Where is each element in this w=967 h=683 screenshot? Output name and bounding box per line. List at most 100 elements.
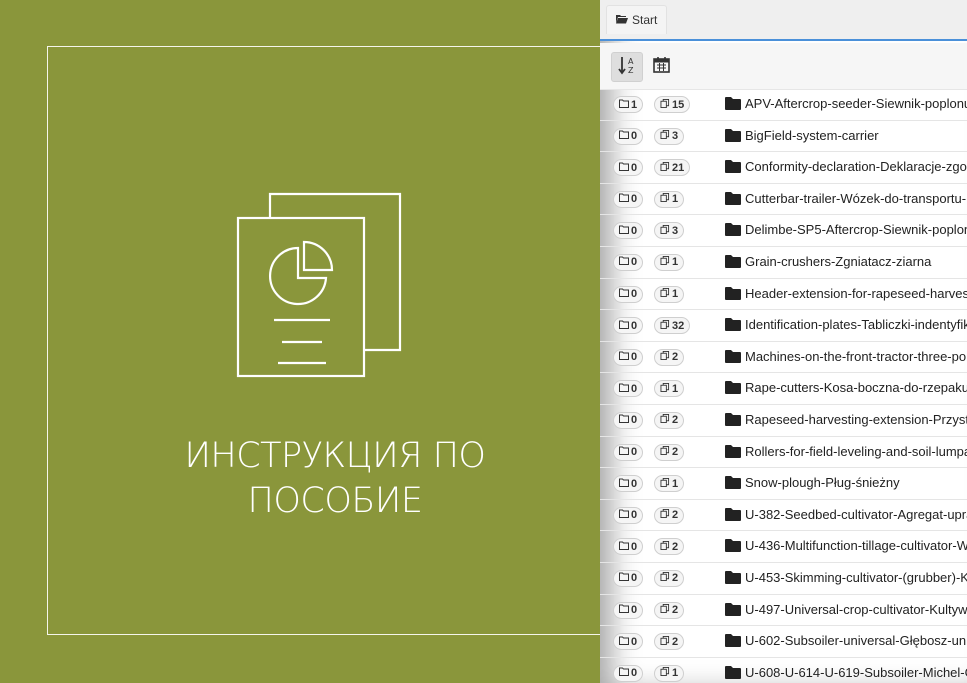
files-copy-icon [660,604,670,616]
folder-name[interactable]: Conformity-declaration-Deklaracje-zgodno… [745,159,967,174]
toolbar: A Z [600,43,967,90]
subfolder-count: 0 [631,572,638,585]
file-count-badge: 3 [654,127,685,145]
folder-row[interactable]: 0 2 U-436-Multifunction-tillage-cultivator… [600,531,967,563]
folder-row[interactable]: 0 21 Conformity-declaration-Deklaracje-zgo… [600,152,967,184]
folder-row[interactable]: 0 2 Rollers-for-field-leveling-and-soil-lu… [600,437,967,469]
folder-row[interactable]: 0 1 Cutterbar-trailer-Wózek-do-transportu-… [600,184,967,216]
folder-name[interactable]: APV-Aftercrop-seeder-Siewnik-poplonu [745,96,967,111]
folder-name[interactable]: Cutterbar-trailer-Wózek-do-transportu-he… [745,191,967,206]
folder-icon [725,539,741,553]
folder-name[interactable]: Snow-plough-Pług-śnieżny [745,475,900,490]
folder-row[interactable]: 0 1 Header-extension-for-rapeseed-harvesti… [600,279,967,311]
files-copy-icon [660,288,670,300]
folder-row[interactable]: 0 3 BigField-system-carrier [600,121,967,153]
promo-title-line-1: ИНСТРУКЦИЯ ПО [184,436,486,476]
folder-name[interactable]: Rape-cutters-Kosa-boczna-do-rzepaku [745,380,967,395]
subfolder-count: 0 [631,509,638,522]
subfolder-count: 0 [631,319,638,332]
file-count-badge: 2 [654,411,685,429]
file-count: 2 [672,351,679,364]
subfolder-count-badge: 0 [613,222,644,240]
folder-row[interactable]: 0 2 U-382-Seedbed-cultivator-Agregat-upraw… [600,500,967,532]
file-count: 2 [672,572,679,585]
subfolder-count-badge: 0 [613,538,644,556]
folder-name[interactable]: U-436-Multifunction-tillage-cultivator-W [745,538,967,553]
file-count: 3 [672,130,679,143]
file-count-badge: 2 [654,348,685,366]
calendar-icon [652,56,670,78]
folder-name[interactable]: U-602-Subsoiler-universal-Głębosz-uniwer… [745,633,967,648]
folder-name[interactable]: Machines-on-the-front-tractor-three-poin… [745,349,967,364]
subfolder-count-badge: 0 [613,159,644,177]
folder-small-icon [619,320,629,332]
subfolder-count-badge: 0 [613,633,644,651]
folder-row[interactable]: 1 15 APV-Aftercrop-seeder-Siewnik-poplonu [600,89,967,121]
folder-name[interactable]: Grain-crushers-Zgniatacz-ziarna [745,254,931,269]
folder-row[interactable]: 0 1 U-608-U-614-U-619-Subsoiler-Michel-Głę… [600,658,967,683]
folder-row[interactable]: 0 32 Identification-plates-Tabliczki-inden… [600,310,967,342]
folder-icon [725,286,741,300]
folder-small-icon [619,99,629,111]
folder-name[interactable]: BigField-system-carrier [745,128,879,143]
file-count: 2 [672,540,679,553]
folder-row[interactable]: 0 1 Grain-crushers-Zgniatacz-ziarna [600,247,967,279]
folder-list: 1 15 APV-Aftercrop-seeder-Siewnik-poplonu 0… [600,89,967,683]
tab-bar: Start [600,0,967,41]
folder-small-icon [619,193,629,205]
subfolder-count: 0 [631,477,638,490]
file-count: 2 [672,509,679,522]
folder-icon [725,223,741,237]
files-copy-icon [660,446,670,458]
folder-row[interactable]: 0 1 Snow-plough-Pług-śnieżny [600,468,967,500]
subfolder-count: 0 [631,382,638,395]
subfolder-count-badge: 0 [613,506,644,524]
sort-alpha-button[interactable]: A Z [611,52,643,82]
calendar-button[interactable] [645,52,677,82]
file-count-badge: 1 [654,664,685,682]
subfolder-count: 0 [631,288,638,301]
folder-row[interactable]: 0 2 Machines-on-the-front-tractor-three-po… [600,342,967,374]
file-count-badge: 21 [654,159,691,177]
folder-row[interactable]: 0 2 U-497-Universal-crop-cultivator-Kultyw… [600,595,967,627]
file-count-badge: 1 [654,285,685,303]
folder-name[interactable]: Rapeseed-harvesting-extension-Przystawka [745,412,967,427]
folder-name[interactable]: U-382-Seedbed-cultivator-Agregat-uprawow… [745,507,967,522]
svg-text:A: A [628,57,634,66]
files-copy-icon [660,635,670,648]
folder-row[interactable]: 0 1 Rape-cutters-Kosa-boczna-do-rzepaku [600,373,967,405]
folder-icon [725,665,741,679]
files-copy-icon [660,477,670,490]
folder-icon [725,444,741,458]
document-with-pie-chart-icon [236,192,404,380]
folder-name[interactable]: U-608-U-614-U-619-Subsoiler-Michel-Głębo… [745,665,967,680]
subfolder-count: 1 [631,98,638,111]
folder-small-icon [619,130,629,142]
files-copy-icon [660,351,670,363]
folder-small-icon [619,636,629,648]
subfolder-count-badge: 0 [613,601,644,619]
files-copy-icon [660,319,670,332]
file-count: 2 [672,635,679,648]
folder-small-icon [619,225,629,237]
folder-small-icon [619,288,629,300]
file-count-badge: 2 [654,538,685,556]
folder-name[interactable]: Rollers-for-field-leveling-and-soil-lump… [745,444,967,459]
tab-start[interactable]: Start [606,5,668,34]
folder-row[interactable]: 0 2 Rapeseed-harvesting-extension-Przystaw… [600,405,967,437]
folder-name[interactable]: Identification-plates-Tabliczki-indentyf… [745,317,967,332]
subfolder-count: 0 [631,635,638,648]
subfolder-count: 0 [631,604,638,616]
folder-name[interactable]: Header-extension-for-rapeseed-harvesting [745,286,967,301]
folder-name[interactable]: U-497-Universal-crop-cultivator-Kultywat… [745,602,967,617]
folder-row[interactable]: 0 2 U-602-Subsoiler-universal-Głębosz-uniw… [600,626,967,658]
folder-name[interactable]: U-453-Skimming-cultivator-(grubber)-Kult… [745,570,967,585]
folder-row[interactable]: 0 2 U-453-Skimming-cultivator-(grubber)-Ku… [600,563,967,595]
folder-name[interactable]: Delimbe-SP5-Aftercrop-Siewnik-poplonu [745,222,967,237]
subfolder-count: 0 [631,540,638,553]
folder-row[interactable]: 0 3 Delimbe-SP5-Aftercrop-Siewnik-poplonu [600,215,967,247]
file-count: 1 [672,193,679,206]
folder-icon [725,349,741,363]
folder-icon [725,412,741,426]
promo-title-line-2: ПОСОБИЕ [247,481,423,521]
